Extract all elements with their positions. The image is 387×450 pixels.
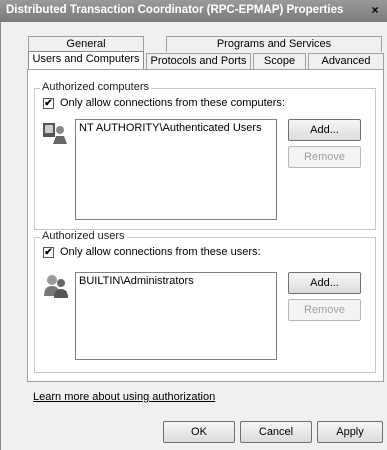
computers-add-button[interactable]: Add...	[288, 119, 361, 141]
apply-button[interactable]: Apply	[317, 421, 383, 443]
users-remove-button[interactable]: Remove	[288, 299, 361, 321]
users-icon	[44, 275, 68, 298]
computers-restrict-checkbox[interactable]: ✔	[43, 97, 54, 109]
tab-users-and-computers[interactable]: Users and Computers	[28, 51, 144, 69]
ok-button[interactable]: OK	[163, 421, 235, 443]
tab-programs-and-services[interactable]: Programs and Services	[166, 36, 382, 52]
title-bar[interactable]: Distributed Transaction Coordinator (RPC…	[0, 0, 387, 22]
computers-restrict-label: Only allow connections from these comput…	[60, 97, 285, 109]
users-list[interactable]: BUILTIN\Administrators	[75, 272, 277, 360]
close-icon[interactable]: ×	[367, 3, 383, 18]
authorized-computers-group: Authorized computers ✔ Only allow connec…	[34, 81, 376, 230]
users-restrict-checkbox[interactable]: ✔	[43, 246, 54, 258]
window-title: Distributed Transaction Coordinator (RPC…	[6, 4, 344, 16]
tab-protocols-and-ports[interactable]: Protocols and Ports	[146, 53, 251, 69]
cancel-button[interactable]: Cancel	[240, 421, 312, 443]
tab-page: Authorized computers ✔ Only allow connec…	[27, 69, 384, 382]
computers-icon	[43, 123, 67, 144]
list-item[interactable]: BUILTIN\Administrators	[79, 275, 273, 287]
authorized-users-group: Authorized users ✔ Only allow connection…	[34, 230, 376, 373]
tab-advanced[interactable]: Advanced	[308, 53, 384, 69]
users-add-button[interactable]: Add...	[288, 272, 361, 294]
users-restrict-checkbox-row[interactable]: ✔ Only allow connections from these user…	[43, 246, 261, 258]
authorized-users-legend: Authorized users	[40, 230, 127, 242]
tab-scope[interactable]: Scope	[253, 53, 306, 69]
list-item[interactable]: NT AUTHORITY\Authenticated Users	[79, 122, 273, 134]
users-restrict-label: Only allow connections from these users:	[60, 246, 261, 258]
computers-remove-button[interactable]: Remove	[288, 146, 361, 168]
authorized-computers-legend: Authorized computers	[40, 81, 151, 93]
computers-list[interactable]: NT AUTHORITY\Authenticated Users	[75, 119, 277, 220]
computers-restrict-checkbox-row[interactable]: ✔ Only allow connections from these comp…	[43, 97, 285, 109]
learn-more-link[interactable]: Learn more about using authorization	[33, 391, 215, 403]
tab-general[interactable]: General	[28, 36, 144, 52]
